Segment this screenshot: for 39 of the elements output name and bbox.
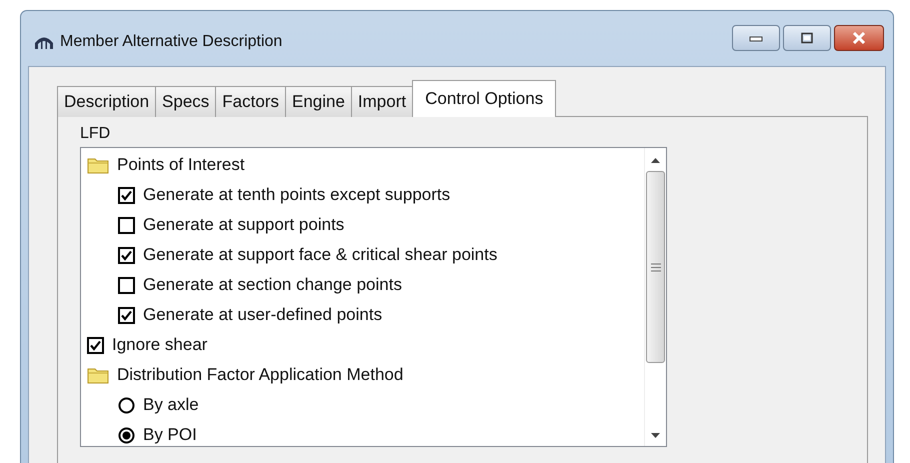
option-label: By POI (143, 425, 197, 445)
minimize-icon (749, 34, 763, 42)
tab[interactable]: Specs (155, 86, 216, 117)
scroll-up-icon[interactable] (651, 158, 660, 163)
tree-node-label: Points of Interest (117, 155, 245, 175)
scroll-thumb[interactable] (646, 171, 665, 363)
option-label: Generate at support face & critical shear points (143, 245, 498, 265)
grip-icon (650, 262, 660, 272)
scrollbar[interactable] (644, 148, 666, 446)
option-label: Ignore shear (112, 335, 208, 355)
tab[interactable]: Factors (215, 86, 286, 117)
tab[interactable]: Description (57, 86, 156, 117)
scroll-down-icon[interactable] (651, 433, 660, 438)
checkbox[interactable] (118, 276, 135, 294)
option-label: By axle (143, 395, 199, 415)
tab[interactable]: Control Options (412, 80, 556, 117)
close-button[interactable] (834, 25, 884, 51)
restore-icon (800, 32, 814, 44)
group-label: LFD (80, 125, 110, 143)
option-label: Generate at tenth points except supports (143, 185, 450, 205)
option-label: Generate at support points (143, 215, 344, 235)
checkbox[interactable] (118, 306, 135, 324)
radio-button[interactable] (118, 426, 135, 444)
folder-icon (87, 366, 109, 384)
checkbox[interactable] (118, 216, 135, 234)
close-icon (851, 32, 867, 44)
checkbox[interactable] (118, 186, 135, 204)
tree-node-label: Distribution Factor Application Method (117, 365, 404, 385)
option-label: Generate at section change points (143, 275, 402, 295)
tab[interactable]: Engine (284, 86, 352, 117)
maximize-button[interactable] (783, 25, 831, 51)
folder-icon (87, 156, 109, 174)
radio-button[interactable] (118, 396, 135, 414)
minimize-button[interactable] (732, 25, 780, 51)
window-title: Member Alternative Description (60, 33, 282, 51)
option-label: Generate at user-defined points (143, 305, 382, 325)
checkbox[interactable] (87, 336, 104, 354)
tab[interactable]: Import (350, 86, 414, 117)
checkbox[interactable] (118, 246, 135, 264)
